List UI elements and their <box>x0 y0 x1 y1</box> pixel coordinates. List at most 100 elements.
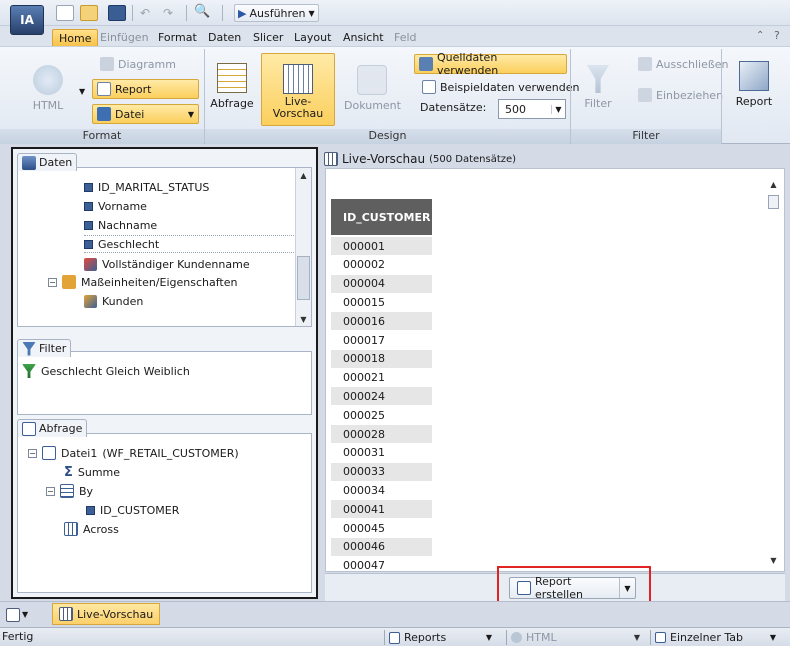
filter-condition[interactable]: Geschlecht Gleich Weiblich <box>22 362 190 380</box>
dokument-button[interactable]: Dokument <box>344 65 401 112</box>
filter-ribbon-button[interactable]: Filter <box>578 65 618 110</box>
tree-folder[interactable]: − Maßeinheiten/Eigenschaften <box>48 273 237 291</box>
table-row: 000047 <box>343 559 385 573</box>
undo-icon[interactable]: ↶ <box>140 6 150 20</box>
preview-magnifier-icon[interactable]: 🔍 <box>194 4 210 19</box>
tab-home[interactable]: Home <box>52 29 99 46</box>
datei-source-label: (WF_RETAIL_CUSTOMER) <box>102 446 239 460</box>
filter-panel-header[interactable]: Filter <box>17 339 72 357</box>
layout-combo[interactable]: Einzelner Tab ▼ <box>650 630 780 645</box>
chevron-down-icon[interactable]: ▼ <box>22 610 28 619</box>
redo-icon[interactable]: ↷ <box>163 6 173 20</box>
chevron-down-icon[interactable]: ▼ <box>79 87 85 96</box>
tree-folder[interactable]: − Datei1 (WF_RETAIL_CUSTOMER) <box>28 444 239 462</box>
tab-einfuegen[interactable]: Einfügen <box>94 29 155 46</box>
tree-item[interactable]: Σ Summe <box>64 463 120 481</box>
tree-item[interactable]: ID_MARITAL_STATUS <box>84 178 209 196</box>
tree-item[interactable]: Nachname <box>84 216 157 234</box>
new-document-icon[interactable] <box>56 5 74 21</box>
view-tab-bar: ▼ Live-Vorschau <box>0 601 790 626</box>
tab-format[interactable]: Format <box>152 29 203 46</box>
field-icon <box>84 201 93 211</box>
chevron-down-icon[interactable]: ▼ <box>309 9 315 18</box>
preview-scrollbar[interactable]: ▲ ▼ <box>766 177 782 569</box>
run-icon: ▶ <box>238 6 247 20</box>
scroll-up-arrow[interactable]: ▲ <box>768 179 779 190</box>
tab-slicer[interactable]: Slicer <box>247 29 289 46</box>
reports-combo-label: Reports <box>404 631 447 644</box>
open-folder-icon[interactable] <box>80 5 98 21</box>
tab-live-vorschau[interactable]: Live-Vorschau <box>52 603 161 625</box>
chevron-down-icon[interactable]: ▼ <box>770 633 776 642</box>
tree-item[interactable]: Vollständiger Kundenname <box>84 255 250 273</box>
toolbar-separator <box>132 5 133 21</box>
tab-daten[interactable]: Daten <box>202 29 247 46</box>
einbeziehen-button[interactable]: Einbeziehen <box>634 85 727 105</box>
scroll-down-arrow[interactable]: ▼ <box>768 555 779 566</box>
daten-panel-header[interactable]: Daten <box>17 153 78 171</box>
html-button[interactable]: HTML <box>26 65 70 112</box>
tab-feld[interactable]: Feld <box>388 29 423 46</box>
toolbar-separator <box>186 5 187 21</box>
abfrage-panel-header[interactable]: Abfrage <box>17 419 88 437</box>
live-vorschau-button[interactable]: Live- Vorschau <box>261 53 335 126</box>
diagramm-button[interactable]: Diagramm <box>96 54 180 74</box>
collapse-icon[interactable]: − <box>46 486 55 496</box>
chevron-down-icon[interactable]: ▼ <box>634 633 640 642</box>
ausschliessen-button[interactable]: Ausschließen <box>634 54 733 74</box>
report-format-label: Report <box>115 82 152 96</box>
table-row: 000046 <box>331 537 432 556</box>
datei-button[interactable]: Datei ▼ <box>92 104 199 124</box>
collapse-icon[interactable]: − <box>28 448 37 458</box>
scroll-up-arrow[interactable]: ▲ <box>298 170 309 181</box>
tree-folder[interactable]: − By <box>46 482 93 500</box>
tree-item-label: Kunden <box>102 294 144 308</box>
help-icon[interactable]: ? <box>774 29 780 42</box>
run-button[interactable]: ▶ Ausführen ▼ <box>234 4 319 22</box>
file-icon <box>42 446 56 460</box>
collapse-icon[interactable]: − <box>48 277 57 287</box>
column-header-id-customer[interactable]: ID_CUSTOMER <box>331 199 432 235</box>
ribbon: HTML ▼ Diagramm Report Datei ▼ Format Ab… <box>0 46 790 144</box>
chevron-down-icon[interactable]: ▼ <box>551 104 565 114</box>
report-format-button[interactable]: Report <box>92 79 199 99</box>
scroll-thumb[interactable] <box>297 256 310 300</box>
scroll-down-arrow[interactable]: ▼ <box>298 314 309 325</box>
datei-label: Datei <box>115 107 145 121</box>
save-icon[interactable] <box>108 5 126 21</box>
beispieldaten-verwenden-button[interactable]: Beispieldaten verwenden <box>418 77 584 97</box>
preview-header: Live-Vorschau (500 Datensätze) <box>324 150 516 168</box>
quelldaten-verwenden-button[interactable]: Quelldaten verwenden <box>414 51 567 77</box>
field-icon <box>84 220 93 230</box>
tab-ansicht[interactable]: Ansicht <box>337 29 390 46</box>
layout-combo-label: Einzelner Tab <box>670 631 743 644</box>
abfrage-button[interactable]: Abfrage <box>210 63 254 110</box>
tree-item-label: ID_MARITAL_STATUS <box>98 180 210 194</box>
tree-item[interactable]: Kunden <box>84 292 143 310</box>
scroll-thumb[interactable] <box>768 195 779 209</box>
datensaetze-select[interactable]: 500 ▼ <box>498 99 566 119</box>
collapse-ribbon-icon[interactable]: ⌃ <box>756 30 764 41</box>
daten-panel-title: Daten <box>39 156 73 169</box>
source-data-icon <box>419 57 433 71</box>
html-globe-icon <box>511 632 522 643</box>
report-icon <box>389 631 400 644</box>
html-format-combo[interactable]: HTML ▼ <box>506 630 644 645</box>
sigma-icon: Σ <box>64 464 73 480</box>
datensaetze-value: 500 <box>505 102 526 116</box>
tree-item[interactable]: ID_CUSTOMER <box>86 501 179 519</box>
tree-item[interactable]: Vorname <box>84 197 147 215</box>
app-logo[interactable]: IA <box>10 5 44 35</box>
tree-item[interactable]: Across <box>64 520 119 538</box>
tab-layout[interactable]: Layout <box>288 29 337 46</box>
tree-item[interactable]: Geschlecht <box>84 235 296 253</box>
report-ribbon-button[interactable]: Report <box>729 61 779 108</box>
chevron-down-icon[interactable]: ▼ <box>486 633 492 642</box>
status-text: Fertig <box>2 630 34 643</box>
reports-combo[interactable]: Reports ▼ <box>384 630 496 645</box>
table-row: 000045 <box>343 521 385 535</box>
daten-scrollbar[interactable]: ▲ ▼ <box>295 168 311 326</box>
view-switcher-button[interactable]: ▼ <box>6 606 38 623</box>
abfrage-panel: − Datei1 (WF_RETAIL_CUSTOMER) Σ Summe − By I… <box>17 433 312 593</box>
chevron-down-icon[interactable]: ▼ <box>188 110 194 119</box>
